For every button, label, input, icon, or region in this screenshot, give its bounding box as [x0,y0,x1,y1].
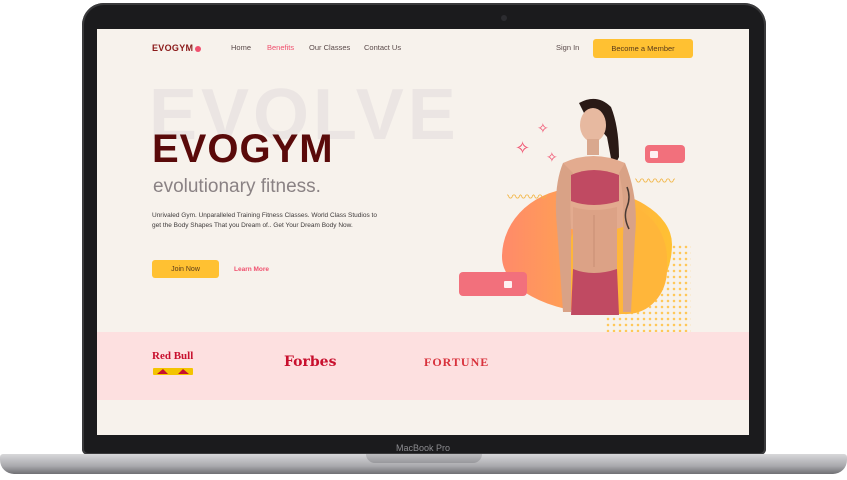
device-model-label: MacBook Pro [395,443,451,453]
sponsor-fortune-logo: FORTUNE [424,355,490,369]
sponsors-band: Red Bull Forbes FORTUNE [97,332,749,400]
camera-icon [501,15,507,21]
nav-link-contact-us[interactable]: Contact Us [364,43,401,52]
join-now-button[interactable]: Join Now [152,260,219,278]
hero-subtitle: evolutionary fitness. [153,176,321,197]
logo-dot-icon [195,45,202,52]
stat-badge-top [645,145,685,163]
calendar-icon [650,150,658,158]
nav-link-home[interactable]: Home [231,43,251,52]
browser-viewport: EVOGYM Home Benefits Our Classes Contact… [97,29,749,435]
learn-more-link[interactable]: Learn More [234,266,269,273]
hero-person-image [555,98,636,315]
become-member-button[interactable]: Become a Member [593,39,693,58]
nav-link-our-classes[interactable]: Our Classes [309,43,350,52]
sponsor-redbull-logo: Red Bull [152,350,194,362]
logo[interactable]: EVOGYM [152,43,202,53]
nav-link-benefits[interactable]: Benefits [267,43,294,52]
logo-text: EVOGYM [152,43,194,53]
sign-in-link[interactable]: Sign In [556,43,579,52]
home-icon [504,280,512,288]
hero-title: EVOGYM [152,127,334,171]
stat-badge-bottom [459,272,527,296]
redbull-bulls-icon [153,368,193,375]
hero-description: Unrivaled Gym. Unparalleled Training Fit… [152,212,377,229]
laptop-base-notch [366,454,482,463]
sponsor-forbes-logo: Forbes [284,354,337,370]
